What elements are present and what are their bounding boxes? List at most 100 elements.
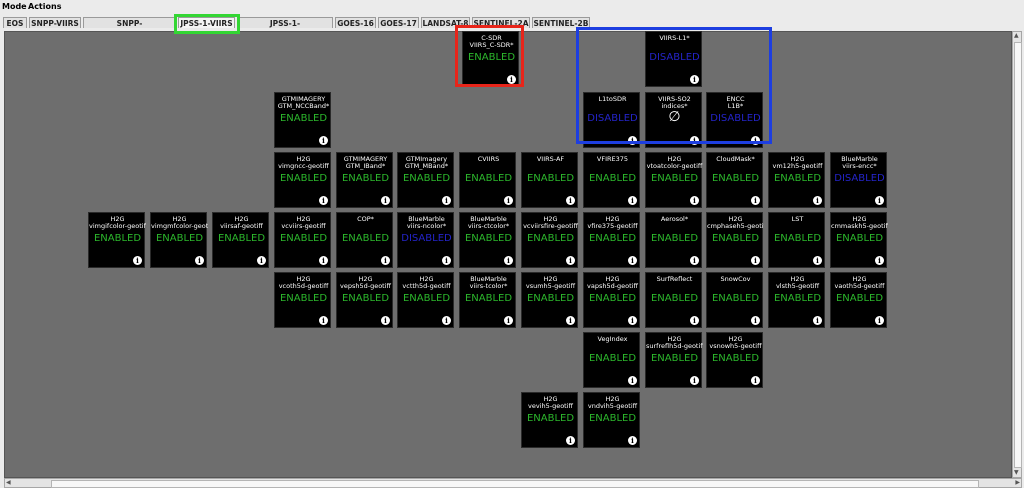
info-icon[interactable]: i bbox=[381, 256, 390, 265]
info-icon[interactable]: i bbox=[504, 196, 513, 205]
info-icon[interactable]: i bbox=[690, 256, 699, 265]
info-icon[interactable]: i bbox=[319, 256, 328, 265]
tile-status[interactable]: ENABLED bbox=[646, 353, 703, 365]
process-tile[interactable]: BlueMarble viirs-ncolor* DISABLED i bbox=[397, 212, 454, 268]
tile-status[interactable]: ENABLED bbox=[460, 293, 517, 305]
info-icon[interactable]: i bbox=[813, 256, 822, 265]
process-tile[interactable]: BlueMarble viirs-encc* DISABLED i bbox=[830, 152, 887, 208]
info-icon[interactable]: i bbox=[813, 196, 822, 205]
process-tile[interactable]: BlueMarble viirs-ctcolor* ENABLED i bbox=[459, 212, 516, 268]
process-tile[interactable]: VIIRS-SO2 indices* ∅ i bbox=[645, 92, 702, 148]
tab-goes-17[interactable]: GOES-17 bbox=[378, 17, 419, 28]
tile-status[interactable]: ENABLED bbox=[275, 173, 332, 185]
info-icon[interactable]: i bbox=[319, 316, 328, 325]
process-tile[interactable]: ENCC L1B* DISABLED i bbox=[706, 92, 763, 148]
info-icon[interactable]: i bbox=[442, 256, 451, 265]
tile-status[interactable]: ENABLED bbox=[337, 293, 394, 305]
process-tile[interactable]: H2G viirsaf-geotiff ENABLED i bbox=[212, 212, 269, 268]
process-tile[interactable]: H2G vsumh5-geotiff ENABLED i bbox=[521, 272, 578, 328]
horizontal-scroll-thumb[interactable] bbox=[51, 480, 979, 488]
process-tile[interactable]: H2G vevih5-geotiff ENABLED i bbox=[521, 392, 578, 448]
process-tile[interactable]: H2G vsnowh5-geotiff ENABLED i bbox=[706, 332, 763, 388]
tile-status[interactable]: ENABLED bbox=[151, 233, 208, 245]
info-icon[interactable]: i bbox=[628, 136, 637, 145]
tile-status[interactable]: ENABLED bbox=[769, 293, 826, 305]
tab-snpp-viirs[interactable]: SNPP-VIIRS bbox=[29, 17, 81, 28]
process-tile[interactable]: H2G vimgncc-geotiff ENABLED i bbox=[274, 152, 331, 208]
menu-actions[interactable]: Actions bbox=[28, 2, 61, 11]
process-tile[interactable]: BlueMarble viirs-tcolor* ENABLED i bbox=[459, 272, 516, 328]
tile-status[interactable]: ENABLED bbox=[522, 233, 579, 245]
tile-status[interactable]: ENABLED bbox=[584, 293, 641, 305]
tile-status[interactable]: ENABLED bbox=[275, 233, 332, 245]
info-icon[interactable]: i bbox=[813, 316, 822, 325]
tile-status[interactable]: DISABLED bbox=[831, 173, 888, 185]
process-tile[interactable]: H2G vfire375-geotiff ENABLED i bbox=[583, 212, 640, 268]
vertical-scroll-thumb[interactable] bbox=[1014, 42, 1022, 468]
process-tile[interactable]: LST ENABLED i bbox=[768, 212, 825, 268]
info-icon[interactable]: i bbox=[133, 256, 142, 265]
tile-status[interactable]: ENABLED bbox=[275, 293, 332, 305]
info-icon[interactable]: i bbox=[875, 316, 884, 325]
tile-status[interactable]: ENABLED bbox=[213, 233, 270, 245]
process-tile[interactable]: H2G vcviirsfire-geotiff ENABLED i bbox=[521, 212, 578, 268]
info-icon[interactable]: i bbox=[442, 316, 451, 325]
info-icon[interactable]: i bbox=[381, 316, 390, 325]
info-icon[interactable]: i bbox=[195, 256, 204, 265]
info-icon[interactable]: i bbox=[381, 196, 390, 205]
info-icon[interactable]: i bbox=[504, 256, 513, 265]
tile-status[interactable]: ENABLED bbox=[646, 173, 703, 185]
menu-mode[interactable]: Mode bbox=[2, 2, 27, 11]
process-tile[interactable]: H2G cmphaseh5-geotiff ENABLED i bbox=[706, 212, 764, 268]
process-tile[interactable]: H2G surfreflh5d-geotiff ENABLED i bbox=[645, 332, 703, 388]
tile-status[interactable]: ENABLED bbox=[584, 413, 641, 425]
tile-status[interactable]: ENABLED bbox=[584, 173, 641, 185]
info-icon[interactable]: i bbox=[690, 136, 699, 145]
info-icon[interactable]: i bbox=[875, 196, 884, 205]
process-tile[interactable]: COP* ENABLED i bbox=[336, 212, 393, 268]
tile-status[interactable]: ENABLED bbox=[707, 173, 764, 185]
tile-status[interactable]: ENABLED bbox=[337, 173, 394, 185]
process-tile[interactable]: H2G vtoatcolor-geotiff ENABLED i bbox=[645, 152, 702, 208]
info-icon[interactable]: i bbox=[751, 136, 760, 145]
tile-status[interactable]: ENABLED bbox=[522, 173, 579, 185]
info-icon[interactable]: i bbox=[751, 376, 760, 385]
tab-jpss-1-atms-cris-omps[interactable]: JPSS-1-ATMS/CrIS/OMPS bbox=[237, 17, 333, 39]
info-icon[interactable]: i bbox=[690, 376, 699, 385]
tile-status[interactable]: ENABLED bbox=[463, 52, 520, 64]
process-tile[interactable]: L1toSDR DISABLED i bbox=[583, 92, 640, 148]
info-icon[interactable]: i bbox=[690, 75, 699, 84]
process-tile[interactable]: H2G vcoth5d-geotiff ENABLED i bbox=[274, 272, 331, 328]
info-icon[interactable]: i bbox=[751, 256, 760, 265]
process-tile[interactable]: GTMImagery GTM_MBand* ENABLED i bbox=[397, 152, 454, 208]
info-icon[interactable]: i bbox=[628, 436, 637, 445]
tab-sentinel-2b[interactable]: SENTINEL-2B bbox=[532, 17, 590, 28]
tile-status[interactable]: ENABLED bbox=[707, 233, 764, 245]
process-tile[interactable]: C-SDR VIIRS_C-SDR* ENABLED i bbox=[462, 31, 519, 87]
process-tile[interactable]: H2G vlsth5-geotiff ENABLED i bbox=[768, 272, 825, 328]
tile-status[interactable]: ENABLED bbox=[522, 413, 579, 425]
info-icon[interactable]: i bbox=[628, 256, 637, 265]
tile-status[interactable]: ENABLED bbox=[584, 353, 641, 365]
horizontal-scrollbar[interactable]: ◀ ▶ bbox=[4, 478, 1022, 488]
tile-status[interactable]: ENABLED bbox=[584, 233, 641, 245]
info-icon[interactable]: i bbox=[751, 316, 760, 325]
process-tile[interactable]: CVIIRS ENABLED i bbox=[459, 152, 516, 208]
info-icon[interactable]: i bbox=[319, 196, 328, 205]
tile-status[interactable]: ENABLED bbox=[707, 353, 764, 365]
process-tile[interactable]: VIIRS-L1* DISABLED i bbox=[645, 31, 702, 87]
vertical-scrollbar[interactable]: ▲ ▼ bbox=[1012, 31, 1022, 478]
scroll-down-arrow-icon[interactable]: ▼ bbox=[1014, 470, 1019, 476]
info-icon[interactable]: i bbox=[566, 316, 575, 325]
info-icon[interactable]: i bbox=[442, 196, 451, 205]
process-tile[interactable]: H2G vndvih5-geotiff ENABLED i bbox=[583, 392, 640, 448]
tile-status[interactable]: ENABLED bbox=[398, 293, 455, 305]
info-icon[interactable]: i bbox=[566, 436, 575, 445]
tile-status[interactable]: ENABLED bbox=[769, 233, 826, 245]
process-tile[interactable]: VFIRE375 ENABLED i bbox=[583, 152, 640, 208]
process-tile[interactable]: H2G vaoth5d-geotiff ENABLED i bbox=[830, 272, 887, 328]
tile-status[interactable]: DISABLED bbox=[646, 52, 703, 64]
process-tile[interactable]: H2Gvimgmfcolor-geotiffENABLEDi bbox=[150, 212, 208, 268]
process-tile[interactable]: H2G vm12h5-geotiff ENABLED i bbox=[768, 152, 825, 208]
info-icon[interactable]: i bbox=[507, 75, 516, 84]
